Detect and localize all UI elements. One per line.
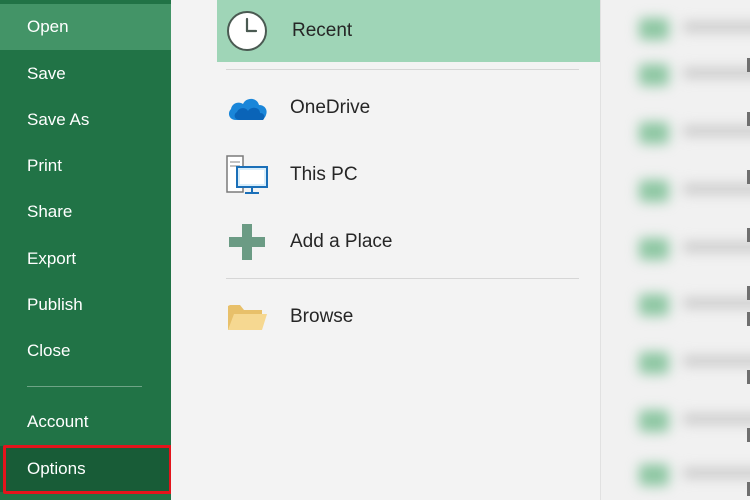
- location-this-pc-label: This PC: [290, 164, 358, 185]
- nav-save[interactable]: Save: [0, 51, 171, 97]
- nav-account-label: Account: [27, 412, 89, 431]
- recent-file-row[interactable]: [621, 236, 750, 260]
- nav-close-label: Close: [27, 341, 71, 360]
- file-icon: [639, 18, 669, 40]
- location-add-a-place-label: Add a Place: [290, 231, 393, 252]
- nav-print-label: Print: [27, 156, 62, 175]
- recent-file-row[interactable]: [621, 62, 750, 86]
- nav-close[interactable]: Close: [0, 328, 171, 374]
- folder-icon: [225, 295, 269, 339]
- nav-print[interactable]: Print: [0, 143, 171, 189]
- nav-publish-label: Publish: [27, 295, 83, 314]
- computer-icon: [225, 153, 269, 197]
- nav-options[interactable]: Options: [0, 446, 171, 492]
- location-recent-label: Recent: [292, 20, 353, 41]
- nav-save-as[interactable]: Save As: [0, 97, 171, 143]
- file-icon: [639, 122, 669, 144]
- nav-publish[interactable]: Publish: [0, 282, 171, 328]
- file-icon: [639, 180, 669, 202]
- file-name-placeholder: [683, 126, 750, 136]
- location-recent[interactable]: Recent: [217, 0, 600, 62]
- file-name-placeholder: [683, 356, 750, 366]
- location-this-pc[interactable]: This PC: [217, 146, 600, 204]
- nav-save-label: Save: [27, 64, 66, 83]
- file-name-placeholder: [683, 22, 750, 32]
- nav-account[interactable]: Account: [0, 399, 171, 445]
- cloud-icon: [225, 86, 269, 130]
- recent-file-row[interactable]: [621, 120, 750, 144]
- nav-divider: [27, 386, 142, 387]
- nav-open-label: Open: [27, 17, 69, 36]
- file-icon: [639, 352, 669, 374]
- file-icon: [639, 238, 669, 260]
- recent-files-list-blurred: [601, 0, 750, 500]
- file-name-placeholder: [683, 414, 750, 424]
- location-browse[interactable]: Browse: [217, 288, 600, 346]
- file-icon: [639, 464, 669, 486]
- locations-divider-bottom: [226, 278, 579, 279]
- nav-share-label: Share: [27, 202, 73, 221]
- location-onedrive[interactable]: OneDrive: [217, 79, 600, 137]
- file-name-placeholder: [683, 298, 750, 308]
- nav-export[interactable]: Export: [0, 236, 171, 282]
- file-name-placeholder: [683, 184, 750, 194]
- file-icon: [639, 410, 669, 432]
- plus-icon: [225, 220, 269, 264]
- nav-save-as-label: Save As: [27, 110, 90, 129]
- file-name-placeholder: [683, 242, 750, 252]
- open-locations-panel: Recent OneDrive This PC Add a Place Brow…: [171, 0, 601, 500]
- nav-export-label: Export: [27, 249, 77, 268]
- recent-file-row[interactable]: [621, 16, 750, 40]
- file-icon: [639, 64, 669, 86]
- recent-file-row[interactable]: [621, 292, 750, 316]
- nav-options-label: Options: [27, 459, 86, 478]
- file-icon: [639, 294, 669, 316]
- clock-icon: [225, 9, 269, 53]
- file-name-placeholder: [683, 468, 750, 478]
- nav-share[interactable]: Share: [0, 189, 171, 235]
- location-onedrive-label: OneDrive: [290, 97, 371, 118]
- recent-file-row[interactable]: [621, 178, 750, 202]
- recent-file-row[interactable]: [621, 408, 750, 432]
- location-browse-label: Browse: [290, 306, 354, 327]
- file-name-placeholder: [683, 68, 750, 78]
- nav-open[interactable]: Open: [0, 4, 171, 50]
- backstage-sidebar: Open Save Save As Print Share Export Pub…: [0, 0, 172, 500]
- locations-divider-top: [226, 69, 579, 70]
- recent-file-row[interactable]: [621, 350, 750, 374]
- recent-file-row[interactable]: [621, 462, 750, 486]
- location-add-a-place[interactable]: Add a Place: [217, 213, 600, 271]
